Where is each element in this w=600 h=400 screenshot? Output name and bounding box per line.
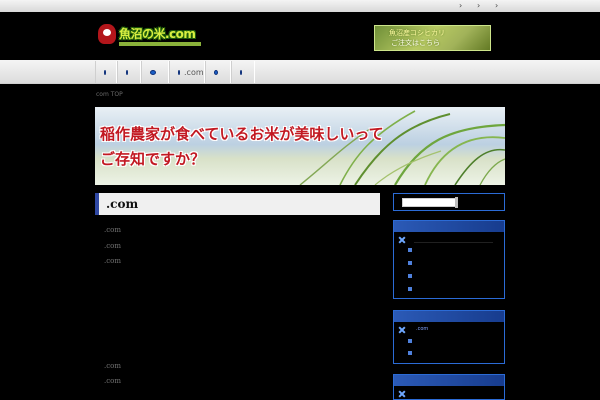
sidebar-box-3 — [393, 374, 505, 400]
content-line: .com — [104, 242, 121, 250]
content-line: .com — [104, 377, 121, 385]
nav-item-1[interactable] — [95, 61, 117, 83]
list-bullet-icon — [408, 287, 412, 291]
sidebar-link[interactable]: .com — [416, 326, 428, 332]
list-bullet-icon — [408, 339, 412, 343]
banner-headline-line-2: ご存知ですか？ — [100, 150, 206, 168]
sidebar-section-icon — [399, 237, 405, 243]
sidebar-box-header — [394, 375, 504, 386]
nav-bullet-icon — [178, 69, 180, 75]
sidebar-box-header — [394, 221, 504, 232]
nav-bullet-icon — [214, 69, 218, 75]
top-bar: › › › — [0, 0, 600, 12]
hero-banner: 稲作農家が食べているお米が美味しいって ご存知ですか？ — [95, 107, 505, 185]
content-line: .com — [104, 257, 121, 265]
nav-item-5[interactable] — [205, 61, 231, 83]
sidebar-box-1 — [393, 220, 505, 299]
sidebar-search-box — [393, 193, 505, 211]
header-advertisement[interactable]: 魚沼産コシヒカリ ご注文はこちら — [374, 25, 491, 51]
list-bullet-icon — [408, 248, 412, 252]
nav-item-2[interactable] — [117, 61, 141, 83]
sidebar-box-header — [394, 311, 504, 322]
nav-bullet-icon — [104, 69, 106, 75]
site-header: 魚沼の米.com 魚沼産コシヒカリ ご注文はこちら — [0, 12, 600, 60]
ad-line-2: ご注文はこちら — [391, 39, 440, 47]
sidebar-section-icon — [399, 391, 405, 397]
ad-line-1: 魚沼産コシヒカリ — [389, 29, 445, 37]
sidebar-box-2: .com — [393, 310, 505, 364]
nav-bullet-icon — [240, 69, 242, 75]
content-line: .com — [104, 226, 121, 234]
sidebar-divider — [414, 242, 493, 243]
list-bullet-icon — [408, 351, 412, 355]
list-bullet-icon — [408, 261, 412, 265]
nav-item-4[interactable]: .com — [169, 61, 205, 83]
sidebar-section-icon — [399, 327, 405, 333]
rice-field-image — [299, 110, 505, 185]
logo-subtitle — [119, 42, 201, 46]
nav-item-6[interactable] — [231, 61, 255, 83]
main-navigation: .com — [0, 60, 600, 84]
top-link-2[interactable]: › — [477, 1, 485, 10]
search-input-cursor — [455, 197, 458, 208]
nav-bullet-icon — [126, 69, 128, 75]
top-link-3[interactable]: › — [495, 1, 503, 10]
nav-item-3[interactable] — [141, 61, 169, 83]
list-bullet-icon — [408, 274, 412, 278]
top-link-1[interactable]: › — [459, 1, 467, 10]
banner-headline-line-1: 稲作農家が食べているお米が美味しいって — [100, 125, 384, 143]
top-links: › › › — [459, 1, 503, 10]
nav-label: .com — [184, 67, 204, 77]
search-input[interactable] — [402, 198, 456, 207]
breadcrumb[interactable]: com TOP — [96, 91, 123, 98]
nav-bullet-icon — [150, 69, 156, 75]
content-line: .com — [104, 362, 121, 370]
logo-title: 魚沼の米.com — [119, 27, 196, 41]
rice-bag-icon — [98, 24, 116, 44]
content-title: .com — [95, 193, 380, 215]
site-logo[interactable]: 魚沼の米.com — [95, 24, 205, 50]
